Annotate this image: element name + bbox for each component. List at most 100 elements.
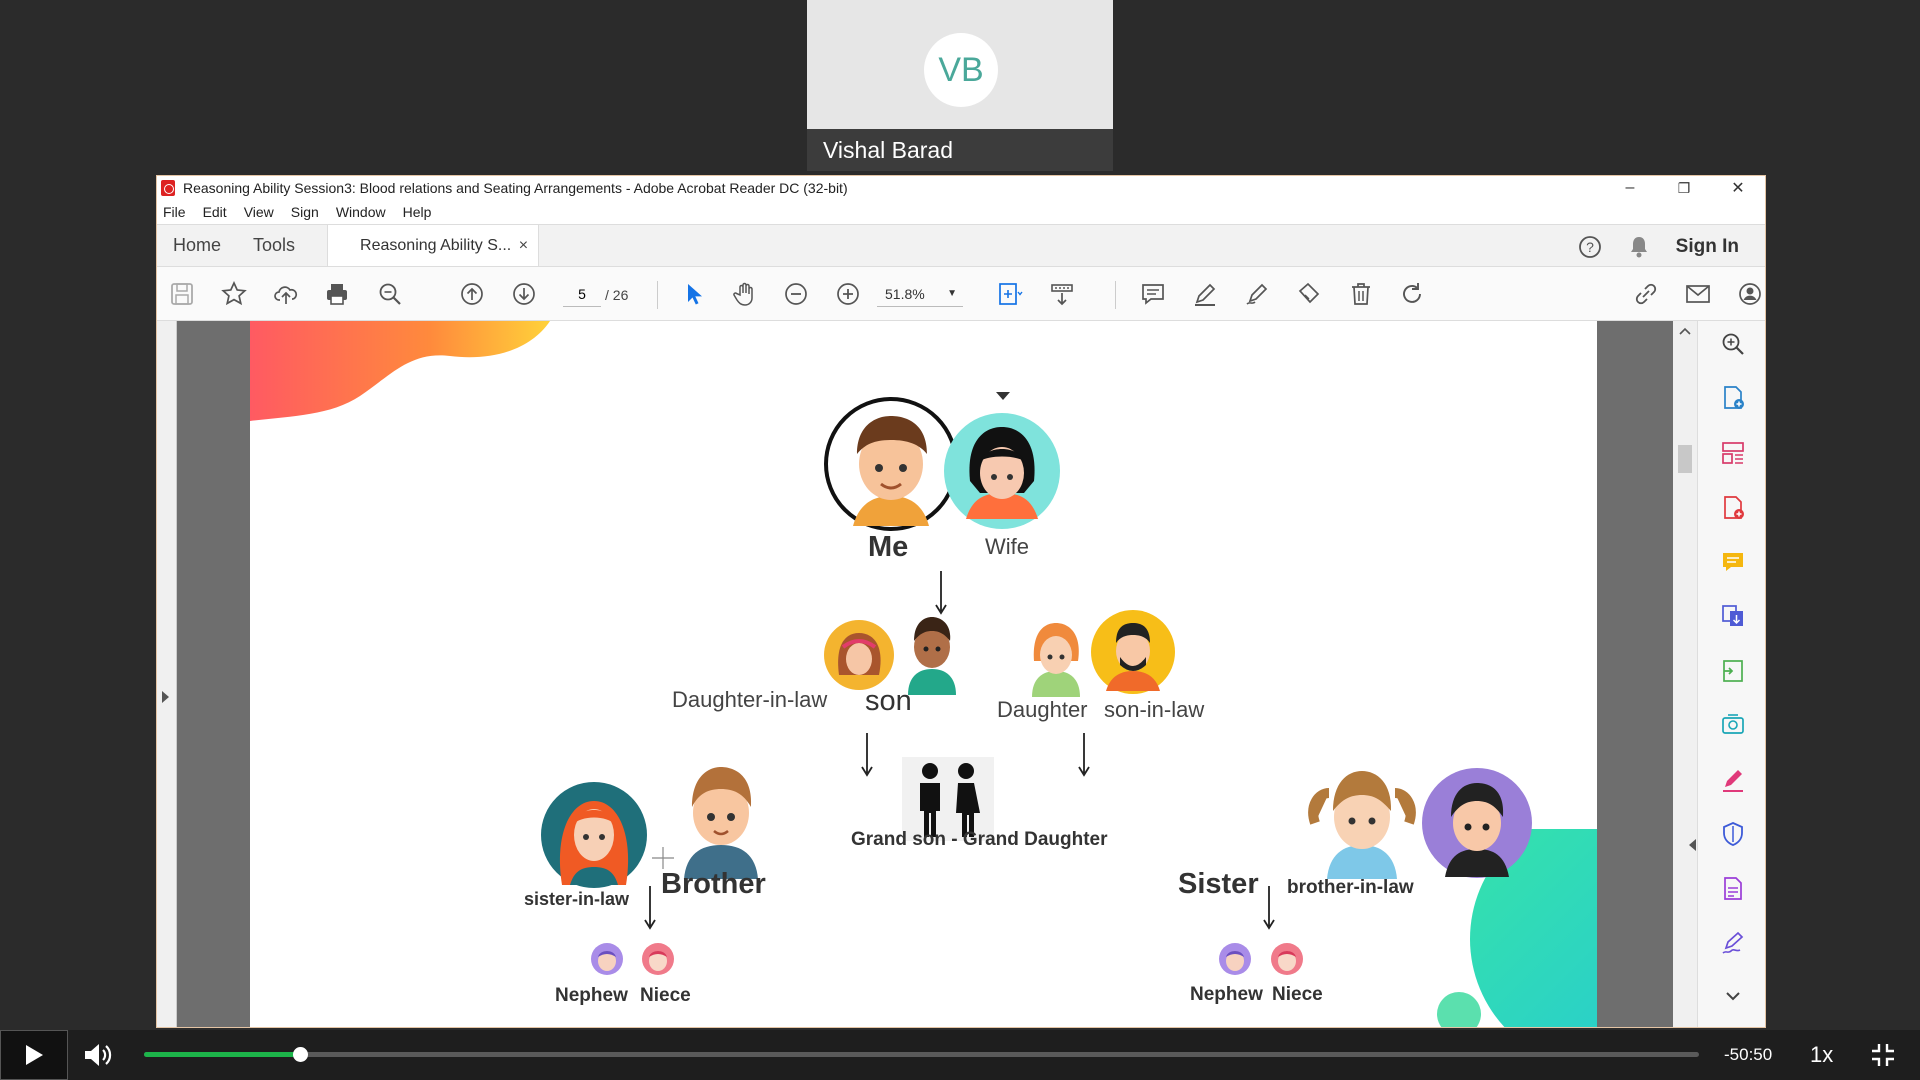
fit-page-icon[interactable] bbox=[995, 279, 1025, 309]
request-signature-icon[interactable] bbox=[1718, 928, 1748, 958]
zoom-in-icon[interactable] bbox=[833, 279, 863, 309]
label-nephew-right: Nephew bbox=[1190, 984, 1263, 1005]
prepare-form-icon[interactable] bbox=[1718, 874, 1748, 904]
comment-icon[interactable] bbox=[1138, 279, 1168, 309]
collapse-right-panel-icon[interactable] bbox=[1689, 839, 1696, 851]
organize-pages-icon[interactable] bbox=[1718, 438, 1748, 468]
menu-edit[interactable]: Edit bbox=[203, 204, 227, 220]
select-cursor-icon[interactable] bbox=[679, 279, 709, 309]
save-icon[interactable] bbox=[167, 279, 197, 309]
menu-sign[interactable]: Sign bbox=[291, 204, 319, 220]
combine-files-icon[interactable] bbox=[1718, 601, 1748, 631]
crosshair-cursor-icon bbox=[652, 847, 674, 869]
zoom-search-icon[interactable] bbox=[1718, 329, 1748, 359]
rotate-icon[interactable] bbox=[1397, 279, 1427, 309]
compress-pdf-icon[interactable] bbox=[1718, 656, 1748, 686]
close-window-button[interactable]: ✕ bbox=[1711, 176, 1765, 200]
notification-bell-icon[interactable] bbox=[1628, 235, 1650, 259]
tab-document[interactable]: Reasoning Ability S... × bbox=[327, 225, 540, 266]
export-pdf-icon[interactable] bbox=[1718, 493, 1748, 523]
seek-bar-progress bbox=[144, 1052, 300, 1057]
scroll-mode-icon[interactable] bbox=[1047, 279, 1077, 309]
menu-file[interactable]: File bbox=[163, 204, 186, 220]
create-pdf-icon[interactable] bbox=[1718, 383, 1748, 413]
tab-home[interactable]: Home bbox=[157, 225, 237, 266]
niece-left-avatar bbox=[642, 943, 674, 975]
expand-left-panel-icon bbox=[162, 691, 169, 703]
top-marker-icon bbox=[996, 392, 1010, 400]
scroll-up-icon[interactable] bbox=[1679, 327, 1691, 335]
delete-trash-icon[interactable] bbox=[1346, 279, 1376, 309]
menu-window[interactable]: Window bbox=[336, 204, 386, 220]
volume-icon[interactable] bbox=[82, 1041, 114, 1069]
tab-document-close[interactable]: × bbox=[519, 237, 528, 255]
document-viewport[interactable]: Me Wife Daughter-in-law son Daughter son… bbox=[157, 321, 1697, 1027]
hand-tool-icon[interactable] bbox=[730, 279, 760, 309]
previous-page-icon[interactable] bbox=[457, 279, 487, 309]
playback-speed-button[interactable]: 1x bbox=[1810, 1042, 1833, 1068]
label-niece-left: Niece bbox=[640, 985, 691, 1006]
upload-cloud-icon[interactable] bbox=[271, 279, 301, 309]
tab-row: Home Tools Reasoning Ability S... × ? Si… bbox=[157, 224, 1765, 267]
help-icon[interactable]: ? bbox=[1578, 235, 1602, 259]
webcam-tile: VB Vishal Barad bbox=[807, 0, 1113, 171]
acrobat-app-icon bbox=[161, 180, 175, 196]
label-nephew-left: Nephew bbox=[555, 985, 628, 1006]
toolbar: / 26 51.8% ▼ bbox=[157, 267, 1765, 321]
brother-avatar bbox=[684, 767, 758, 879]
zoom-level-dropdown[interactable]: 51.8% ▼ bbox=[877, 281, 963, 307]
play-button[interactable] bbox=[0, 1030, 68, 1080]
label-me: Me bbox=[868, 531, 909, 563]
seek-bar-handle[interactable] bbox=[292, 1047, 308, 1062]
vertical-scrollbar[interactable] bbox=[1673, 321, 1697, 1027]
daughter-in-law-avatar bbox=[824, 620, 894, 690]
comment-panel-icon[interactable] bbox=[1718, 547, 1748, 577]
tab-tools[interactable]: Tools bbox=[237, 225, 311, 266]
toolbar-divider bbox=[1115, 281, 1116, 309]
label-son: son bbox=[865, 685, 912, 717]
highlight-pen-icon[interactable] bbox=[1190, 279, 1220, 309]
scrollbar-thumb[interactable] bbox=[1678, 445, 1692, 473]
son-avatar bbox=[908, 617, 956, 695]
page-number-input[interactable] bbox=[563, 281, 601, 307]
brother-in-law-avatar bbox=[1422, 768, 1532, 878]
tab-document-label: Reasoning Ability S... bbox=[360, 236, 512, 254]
son-in-law-avatar bbox=[1091, 610, 1175, 694]
draw-sign-icon[interactable] bbox=[1242, 279, 1272, 309]
fill-sign-icon[interactable] bbox=[1718, 765, 1748, 795]
protect-shield-icon[interactable] bbox=[1718, 819, 1748, 849]
more-tools-chevron-icon[interactable] bbox=[1718, 981, 1748, 1011]
sister-avatar bbox=[1308, 771, 1416, 879]
next-page-icon[interactable] bbox=[509, 279, 539, 309]
send-for-review-icon[interactable] bbox=[1718, 710, 1748, 740]
left-panel-toggle[interactable] bbox=[157, 321, 177, 1027]
sign-in-button[interactable]: Sign In bbox=[1676, 236, 1739, 258]
seek-bar[interactable] bbox=[144, 1047, 1699, 1062]
sister-in-law-avatar bbox=[541, 782, 647, 888]
menu-help[interactable]: Help bbox=[403, 204, 432, 220]
right-tools-panel bbox=[1697, 321, 1765, 1027]
label-brother-in-law: brother-in-law bbox=[1287, 877, 1414, 898]
title-bar: Reasoning Ability Session3: Blood relati… bbox=[157, 176, 1765, 200]
label-wife: Wife bbox=[985, 534, 1029, 559]
zoom-out-icon[interactable] bbox=[781, 279, 811, 309]
email-icon[interactable] bbox=[1683, 279, 1713, 309]
search-zoom-icon[interactable] bbox=[375, 279, 405, 309]
label-grandchildren: Grand son - Grand Daughter bbox=[851, 829, 1108, 850]
window-title: Reasoning Ability Session3: Blood relati… bbox=[183, 180, 848, 196]
nephew-right-avatar bbox=[1219, 943, 1251, 975]
minimize-button[interactable]: – bbox=[1603, 176, 1657, 200]
bookmark-star-icon[interactable] bbox=[219, 279, 249, 309]
menu-view[interactable]: View bbox=[244, 204, 274, 220]
stamp-icon[interactable] bbox=[1294, 279, 1324, 309]
share-link-icon[interactable] bbox=[1631, 279, 1661, 309]
print-icon[interactable] bbox=[322, 279, 352, 309]
exit-fullscreen-icon[interactable] bbox=[1870, 1042, 1896, 1068]
label-brother: Brother bbox=[661, 868, 766, 900]
time-remaining: -50:50 bbox=[1724, 1045, 1773, 1064]
presenter-avatar: VB bbox=[924, 33, 998, 107]
arrow-down-icon bbox=[861, 733, 873, 777]
pdf-page: Me Wife Daughter-in-law son Daughter son… bbox=[250, 321, 1597, 1027]
add-user-share-icon[interactable] bbox=[1735, 279, 1765, 309]
restore-button[interactable]: ❐ bbox=[1657, 176, 1711, 200]
